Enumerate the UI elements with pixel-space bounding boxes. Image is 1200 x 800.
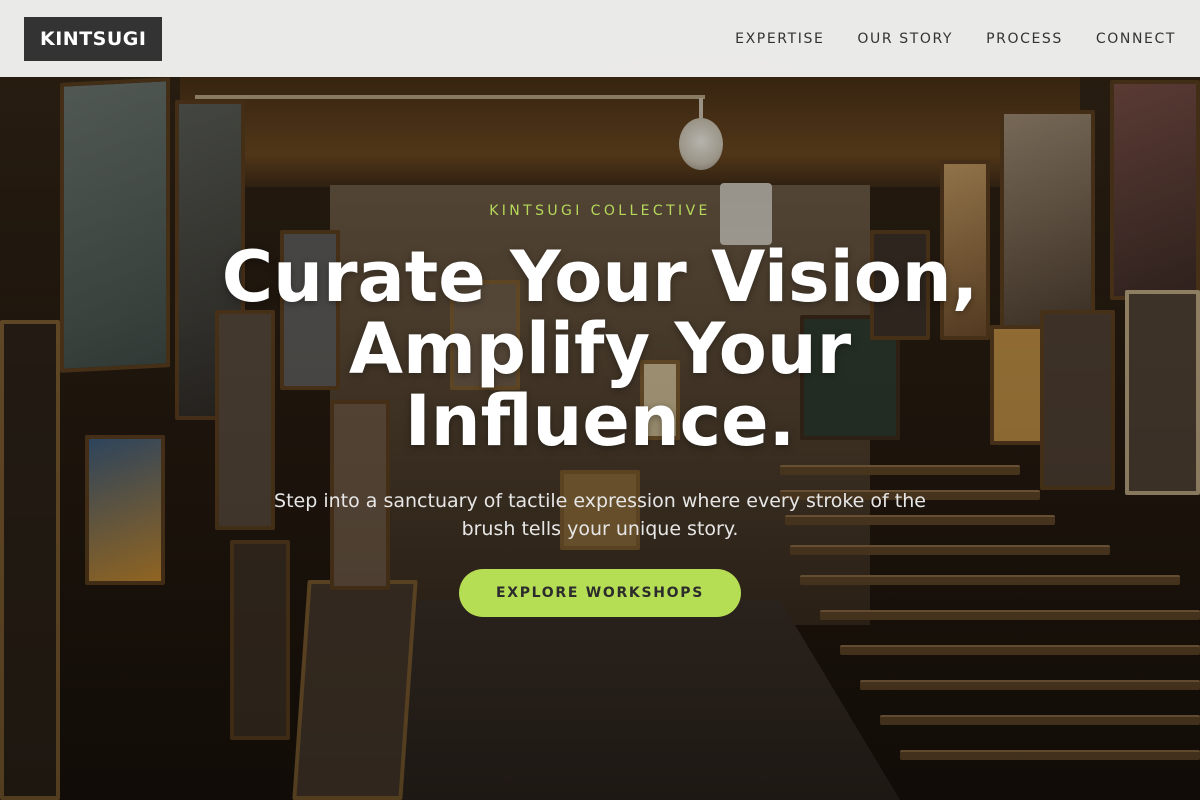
site-header: KINTSUGI EXPERTISE OUR STORY PROCESS CON… <box>0 0 1200 77</box>
hero-eyebrow: KINTSUGI COLLECTIVE <box>489 203 711 219</box>
brand-logo[interactable]: KINTSUGI <box>24 16 163 61</box>
hero-headline: Curate Your Vision, Amplify Your Influen… <box>221 236 979 462</box>
explore-workshops-button[interactable]: EXPLORE WORKSHOPS <box>459 569 741 617</box>
nav-link-expertise[interactable]: EXPERTISE <box>735 31 824 47</box>
main-nav: EXPERTISE OUR STORY PROCESS CONNECT <box>735 31 1176 47</box>
hero-subtext: Step into a sanctuary of tactile express… <box>274 490 926 540</box>
nav-link-process[interactable]: PROCESS <box>986 31 1063 47</box>
nav-link-connect[interactable]: CONNECT <box>1096 31 1176 47</box>
nav-link-our-story[interactable]: OUR STORY <box>857 31 953 47</box>
hero-section: KINTSUGI COLLECTIVE Curate Your Vision, … <box>0 200 1200 617</box>
